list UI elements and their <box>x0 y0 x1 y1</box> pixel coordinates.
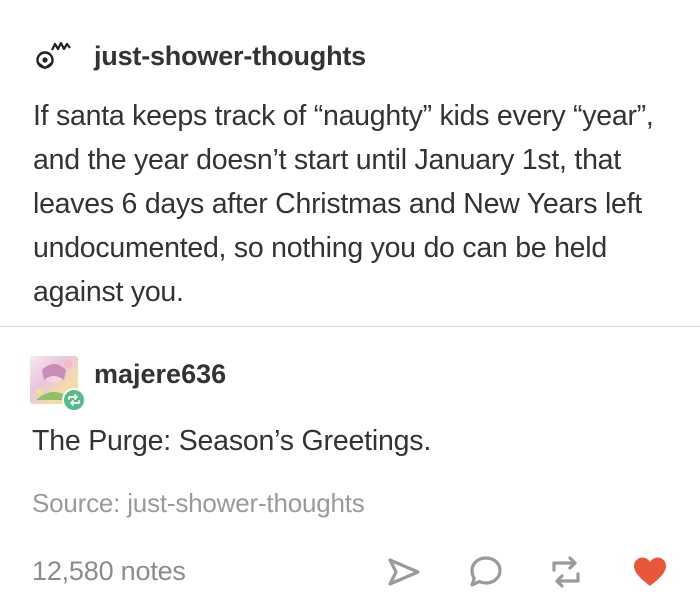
post-divider <box>0 326 700 327</box>
reblog-header: majere636 <box>30 356 226 412</box>
original-post-header: just-shower-thoughts <box>34 36 366 76</box>
original-post-username[interactable]: just-shower-thoughts <box>94 41 366 72</box>
reply-icon[interactable] <box>466 552 506 592</box>
avatar[interactable] <box>30 356 86 412</box>
reblog-username[interactable]: majere636 <box>94 359 226 390</box>
original-post: just-shower-thoughts If santa keeps trac… <box>0 0 700 326</box>
reblog-icon[interactable] <box>546 552 586 592</box>
share-icon[interactable] <box>384 552 424 592</box>
source-link[interactable]: Source: just-shower-thoughts <box>32 488 365 519</box>
like-icon[interactable] <box>630 552 670 592</box>
original-post-body: If santa keeps track of “naughty” kids e… <box>33 100 654 308</box>
reblog-badge-icon <box>62 388 86 412</box>
pixel-doodle-avatar-icon[interactable] <box>34 40 74 72</box>
post-actions <box>0 552 700 592</box>
reblog-comment: The Purge: Season’s Greetings. <box>32 425 432 457</box>
